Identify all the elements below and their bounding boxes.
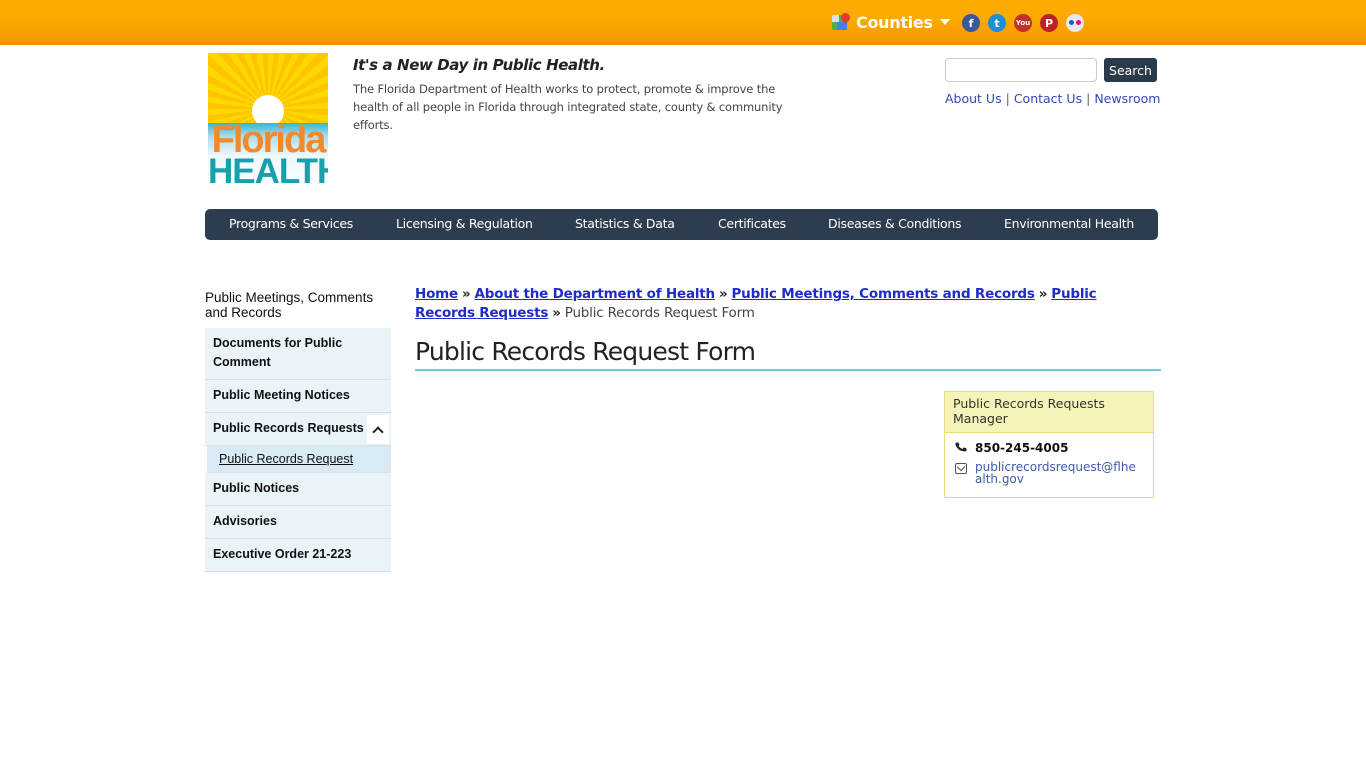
contact-email-link[interactable]: publicrecordsrequest@flhealth.gov	[975, 461, 1143, 485]
map-icon	[832, 11, 852, 31]
social-links: f t You P	[962, 14, 1084, 32]
nav-diseases-conditions[interactable]: Diseases & Conditions	[828, 216, 962, 231]
nav-programs-services[interactable]: Programs & Services	[229, 216, 353, 231]
nav-licensing-regulation[interactable]: Licensing & Regulation	[396, 216, 533, 231]
tagline: It's a New Day in Public Health. The Flo…	[353, 56, 783, 134]
breadcrumb-about-department[interactable]: About the Department of Health	[475, 286, 716, 302]
breadcrumb-separator: »	[552, 305, 561, 321]
envelope-icon	[955, 461, 969, 477]
utility-links: About Us | Contact Us | Newsroom	[945, 91, 1160, 106]
sidebar-item-public-meeting-notices[interactable]: Public Meeting Notices	[205, 380, 391, 413]
tagline-body: The Florida Department of Health works t…	[353, 82, 783, 132]
sidebar-item-label: Public Records Requests	[213, 421, 364, 435]
sidebar-item-public-records-requests[interactable]: Public Records Requests	[205, 413, 391, 446]
search-input[interactable]	[945, 58, 1097, 82]
breadcrumb-separator: »	[1038, 286, 1048, 302]
nav-statistics-data[interactable]: Statistics & Data	[575, 216, 675, 231]
counties-dropdown[interactable]: Counties	[832, 10, 950, 34]
page-title: Public Records Request Form	[415, 336, 1161, 371]
phone-icon	[955, 441, 969, 456]
sidebar-item-advisories[interactable]: Advisories	[205, 506, 391, 539]
breadcrumb-public-meetings[interactable]: Public Meetings, Comments and Records	[731, 286, 1034, 302]
chevron-up-icon[interactable]	[367, 415, 389, 444]
tagline-heading: It's a New Day in Public Health.	[353, 56, 605, 74]
contact-box-title: Public Records Requests Manager	[945, 392, 1153, 433]
top-bar: Counties f t You P	[0, 0, 1366, 45]
breadcrumb-current: Public Records Request Form	[564, 305, 755, 321]
contact-email-row: publicrecordsrequest@flhealth.gov	[955, 461, 1145, 485]
contact-phone: 850-245-4005	[975, 441, 1069, 455]
separator: |	[1086, 91, 1091, 106]
logo-text-health: HEALTH	[208, 152, 328, 188]
flickr-icon[interactable]	[1066, 14, 1084, 32]
breadcrumb-home[interactable]: Home	[415, 286, 458, 302]
newsroom-link[interactable]: Newsroom	[1094, 91, 1160, 106]
sidebar-title: Public Meetings, Comments and Records	[205, 290, 374, 320]
sidebar-item-public-notices[interactable]: Public Notices	[205, 473, 391, 506]
contact-us-link[interactable]: Contact Us	[1014, 91, 1082, 106]
caret-down-icon	[939, 19, 950, 25]
sidebar-menu: Documents for Public Comment Public Meet…	[205, 328, 391, 572]
sidebar-subitem-public-records-request-form: Public Records Request Form	[207, 446, 391, 486]
florida-health-logo[interactable]: Florida HEALTH	[208, 53, 328, 188]
nav-certificates[interactable]: Certificates	[718, 216, 786, 231]
sidebar-item-documents-for-public-comment[interactable]: Documents for Public Comment	[205, 328, 391, 380]
youtube-icon[interactable]: You	[1014, 14, 1032, 32]
contact-box: Public Records Requests Manager 850-245-…	[944, 391, 1154, 498]
main-nav: Programs & Services Licensing & Regulati…	[205, 209, 1158, 240]
about-us-link[interactable]: About Us	[945, 91, 1002, 106]
breadcrumb: Home» About the Department of Health» Publ…	[415, 285, 1160, 323]
contact-phone-row: 850-245-4005	[955, 441, 1068, 456]
breadcrumb-separator: »	[718, 286, 728, 302]
breadcrumb-separator: »	[462, 286, 471, 302]
counties-label: Counties	[856, 12, 933, 32]
pinterest-icon[interactable]: P	[1040, 14, 1058, 32]
nav-environmental-health[interactable]: Environmental Health	[1004, 216, 1134, 231]
sidebar-item-executive-order[interactable]: Executive Order 21-223	[205, 539, 391, 572]
separator: |	[1005, 91, 1010, 106]
search-button[interactable]: Search	[1104, 58, 1157, 82]
twitter-icon[interactable]: t	[988, 14, 1006, 32]
facebook-icon[interactable]: f	[962, 14, 980, 32]
